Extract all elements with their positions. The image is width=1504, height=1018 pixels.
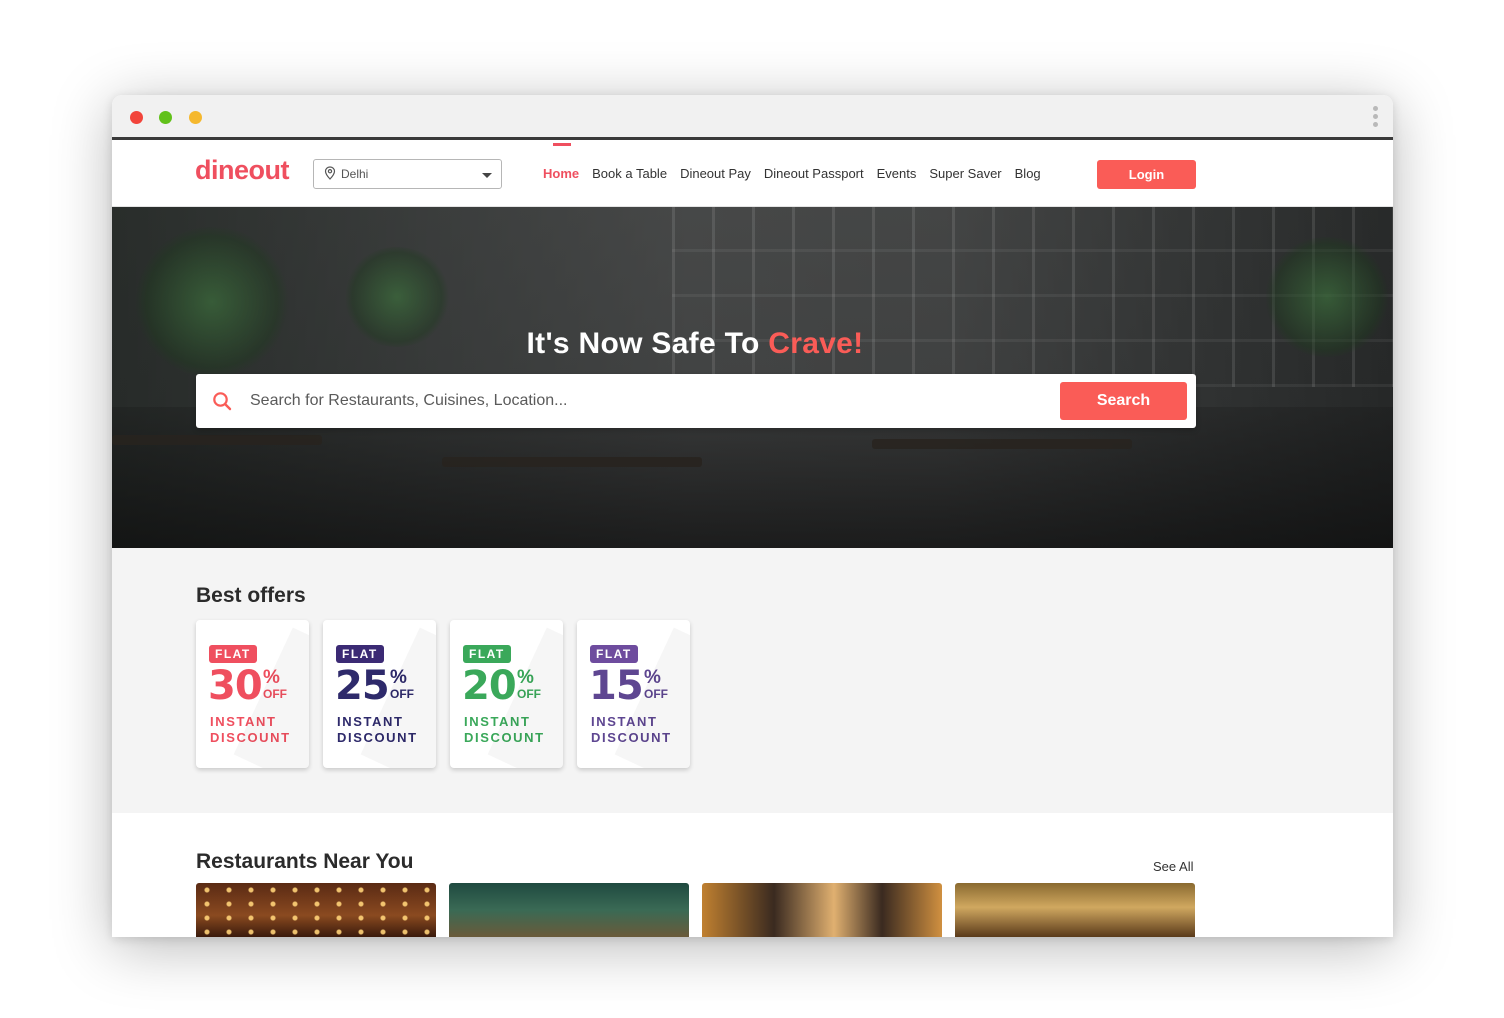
- nav-item-book-a-table[interactable]: Book a Table: [592, 163, 667, 185]
- offer-description-line2: DISCOUNT: [464, 730, 545, 745]
- flat-badge: FLAT: [209, 645, 257, 663]
- browser-titlebar: [112, 95, 1393, 140]
- see-all-link[interactable]: See All: [1153, 859, 1193, 874]
- offer-description: INSTANT DISCOUNT: [591, 714, 672, 746]
- offer-description-line2: DISCOUNT: [591, 730, 672, 745]
- offer-off-label: OFF: [390, 687, 414, 701]
- minimize-window-button[interactable]: [159, 111, 172, 124]
- restaurants-near-you-title: Restaurants Near You: [196, 850, 414, 873]
- offer-percent-sign: %: [517, 667, 534, 688]
- maximize-window-button[interactable]: [189, 111, 202, 124]
- offer-percent: 30: [208, 663, 263, 709]
- offer-description-line1: INSTANT: [337, 714, 404, 729]
- offer-description-line1: INSTANT: [591, 714, 658, 729]
- offer-percent-sign: %: [390, 667, 407, 688]
- city-selector-value: Delhi: [341, 167, 369, 181]
- restaurant-card-image[interactable]: [196, 883, 436, 937]
- nav-item-blog[interactable]: Blog: [1015, 163, 1041, 185]
- offer-percent: 25: [335, 663, 390, 709]
- flat-badge: FLAT: [590, 645, 638, 663]
- search-input[interactable]: [250, 389, 1030, 413]
- offer-description: INSTANT DISCOUNT: [337, 714, 418, 746]
- offer-card-30[interactable]: FLAT 30 % OFF INSTANT DISCOUNT: [196, 620, 309, 768]
- location-pin-icon: [324, 166, 336, 180]
- city-selector[interactable]: Delhi: [313, 159, 502, 189]
- offer-description-line1: INSTANT: [210, 714, 277, 729]
- hero-background-floor: [112, 407, 1393, 548]
- dineout-logo[interactable]: dineout: [195, 155, 289, 186]
- offer-card-25[interactable]: FLAT 25 % OFF INSTANT DISCOUNT: [323, 620, 436, 768]
- restaurant-card-image[interactable]: [449, 883, 689, 937]
- hero-heading-accent: Crave!: [768, 327, 864, 360]
- restaurant-card-image[interactable]: [955, 883, 1195, 937]
- offer-description-line2: DISCOUNT: [337, 730, 418, 745]
- offer-off-label: OFF: [644, 687, 668, 701]
- browser-window: dineout Delhi Home Book a Table Dineout …: [112, 95, 1393, 937]
- site-navbar: dineout Delhi Home Book a Table Dineout …: [112, 143, 1393, 207]
- nav-item-dineout-pay[interactable]: Dineout Pay: [680, 163, 751, 185]
- hero-background-plant: [1262, 237, 1392, 357]
- offer-description-line1: INSTANT: [464, 714, 531, 729]
- nav-item-dineout-passport[interactable]: Dineout Passport: [764, 163, 864, 185]
- nav-item-home[interactable]: Home: [543, 143, 579, 185]
- hero-heading-main: It's Now Safe To: [526, 327, 769, 360]
- offer-card-15[interactable]: FLAT 15 % OFF INSTANT DISCOUNT: [577, 620, 690, 768]
- chevron-down-icon: [482, 173, 492, 178]
- hero-background-table: [442, 457, 702, 467]
- best-offers-section: Best offers FLAT 30 % OFF INSTANT DISCOU…: [112, 548, 1393, 813]
- flat-badge: FLAT: [336, 645, 384, 663]
- kebab-menu-icon[interactable]: [1371, 106, 1379, 130]
- offer-percent-sign: %: [644, 667, 661, 688]
- hero-background-table: [872, 439, 1132, 449]
- offer-off-label: OFF: [263, 687, 287, 701]
- offer-percent-sign: %: [263, 667, 280, 688]
- main-nav: Home Book a Table Dineout Pay Dineout Pa…: [543, 143, 1054, 185]
- hero-banner: It's Now Safe To Crave! Search: [112, 207, 1393, 548]
- offer-percent: 15: [589, 663, 644, 709]
- offer-description: INSTANT DISCOUNT: [464, 714, 545, 746]
- offer-percent: 20: [462, 663, 517, 709]
- flat-badge: FLAT: [463, 645, 511, 663]
- restaurant-search-bar: Search: [196, 374, 1196, 428]
- offer-card-20[interactable]: FLAT 20 % OFF INSTANT DISCOUNT: [450, 620, 563, 768]
- restaurant-photo: [196, 883, 436, 937]
- offer-description-line2: DISCOUNT: [210, 730, 291, 745]
- best-offers-title: Best offers: [196, 584, 306, 607]
- search-icon: [213, 392, 232, 411]
- restaurants-near-you-section: Restaurants Near You See All: [112, 813, 1393, 937]
- search-button[interactable]: Search: [1060, 382, 1187, 420]
- nav-item-events[interactable]: Events: [877, 163, 917, 185]
- hero-background-table: [112, 435, 322, 445]
- offer-off-label: OFF: [517, 687, 541, 701]
- restaurant-card-image[interactable]: [702, 883, 942, 937]
- hero-heading: It's Now Safe To Crave!: [112, 327, 1278, 361]
- nav-item-super-saver[interactable]: Super Saver: [929, 163, 1001, 185]
- login-button[interactable]: Login: [1097, 160, 1196, 189]
- offer-description: INSTANT DISCOUNT: [210, 714, 291, 746]
- close-window-button[interactable]: [130, 111, 143, 124]
